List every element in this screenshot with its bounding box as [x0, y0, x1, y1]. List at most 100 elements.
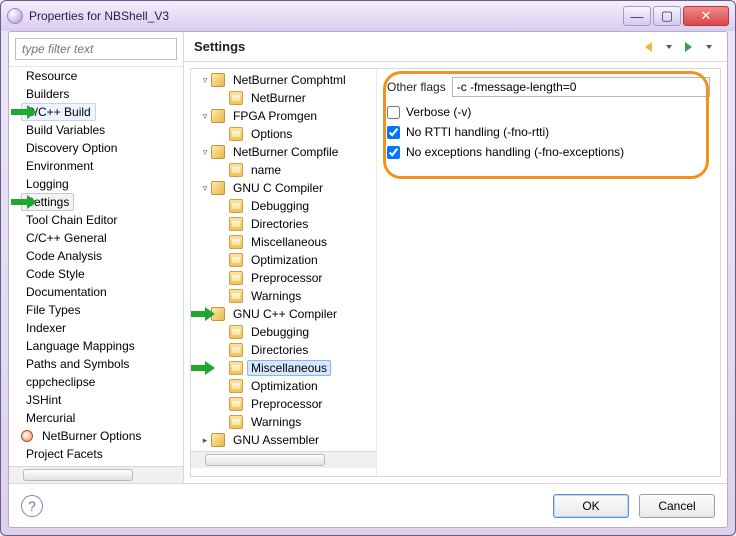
no-rtti-label[interactable]: No RTTI handling (-fno-rtti): [406, 125, 549, 139]
cancel-button[interactable]: Cancel: [639, 494, 715, 518]
options-panel: Other flags Verbose (-v) No RTTI handlin…: [377, 69, 720, 476]
tool-tree-item[interactable]: Warnings: [191, 413, 376, 431]
folder-icon: [229, 271, 243, 285]
netburner-icon: [21, 430, 33, 442]
category-label: Indexer: [21, 319, 71, 337]
folder-icon: [229, 163, 243, 177]
tool-icon: [211, 109, 225, 123]
category-label: Mercurial: [21, 409, 80, 427]
category-item[interactable]: C/C++ General: [13, 229, 183, 247]
category-item[interactable]: Code Analysis: [13, 247, 183, 265]
nav-back-button[interactable]: [639, 39, 657, 55]
left-h-scrollbar[interactable]: [9, 466, 183, 483]
expander-icon[interactable]: ▿: [199, 309, 211, 320]
category-label: Resource: [21, 67, 82, 85]
mid-h-scrollbar[interactable]: [191, 451, 376, 468]
category-item[interactable]: Code Style: [13, 265, 183, 283]
tool-tree-item[interactable]: Optimization: [191, 251, 376, 269]
category-item[interactable]: Documentation: [13, 283, 183, 301]
tool-tree-item[interactable]: name: [191, 161, 376, 179]
category-item[interactable]: Mercurial: [13, 409, 183, 427]
tool-tree-item[interactable]: Preprocessor: [191, 269, 376, 287]
tool-tree-item[interactable]: Debugging: [191, 323, 376, 341]
ok-button[interactable]: OK: [553, 494, 629, 518]
category-label: C/C++ General: [21, 229, 112, 247]
tool-tree-item[interactable]: Preprocessor: [191, 395, 376, 413]
expander-icon[interactable]: ▸: [199, 435, 211, 446]
chevron-down-icon: [666, 45, 672, 49]
tool-tree-label: GNU C Compiler: [229, 181, 327, 195]
category-item[interactable]: cppcheclipse: [13, 373, 183, 391]
category-item[interactable]: Builders: [13, 85, 183, 103]
category-item[interactable]: Language Mappings: [13, 337, 183, 355]
filter-input[interactable]: [15, 38, 177, 60]
tool-tree-item[interactable]: Miscellaneous: [191, 233, 376, 251]
tool-tree-item[interactable]: ▿ FPGA Promgen: [191, 107, 376, 125]
other-flags-input[interactable]: [452, 77, 710, 97]
category-item[interactable]: Discovery Option: [13, 139, 183, 157]
settings-body: ▿NetBurner ComphtmlNetBurner ▿ FPGA Promge…: [190, 68, 721, 477]
tool-tree-label: GNU C++ Compiler: [229, 307, 341, 321]
tool-tree-item[interactable]: Debugging: [191, 197, 376, 215]
category-item[interactable]: Build Variables: [13, 121, 183, 139]
folder-icon: [229, 91, 243, 105]
tool-tree-label: FPGA Promgen: [229, 109, 321, 123]
category-item[interactable]: Paths and Symbols: [13, 355, 183, 373]
category-item[interactable]: Tool Chain Editor: [13, 211, 183, 229]
expander-icon[interactable]: ▿: [199, 75, 211, 86]
window-title: Properties for NBShell_V3: [29, 9, 623, 23]
verbose-checkbox[interactable]: [387, 106, 400, 119]
no-rtti-checkbox[interactable]: [387, 126, 400, 139]
category-label: Builders: [21, 85, 74, 103]
category-item[interactable]: Settings: [13, 193, 183, 211]
tool-tree-label: Options: [247, 127, 296, 141]
verbose-label[interactable]: Verbose (-v): [406, 105, 471, 119]
category-item[interactable]: Indexer: [13, 319, 183, 337]
category-item[interactable]: C/C++ Build: [13, 103, 183, 121]
tool-tree-item[interactable]: Miscellaneous: [191, 359, 376, 377]
category-label: C/C++ Build: [21, 103, 96, 121]
close-button[interactable]: ✕: [683, 6, 729, 26]
tool-tree[interactable]: ▿NetBurner ComphtmlNetBurner ▿ FPGA Promge…: [191, 69, 376, 451]
tool-tree-item[interactable]: Directories: [191, 215, 376, 233]
tool-tree-item[interactable]: ▿NetBurner Compfile: [191, 143, 376, 161]
category-tree[interactable]: ResourceBuildersC/C++ BuildBuild Variabl…: [9, 66, 183, 466]
tool-tree-item[interactable]: ▿ GNU C Compiler: [191, 179, 376, 197]
maximize-button[interactable]: ▢: [653, 6, 681, 26]
category-item[interactable]: Project Facets: [13, 445, 183, 463]
category-item[interactable]: Environment: [13, 157, 183, 175]
app-icon: [7, 8, 23, 24]
tool-tree-item[interactable]: Optimization: [191, 377, 376, 395]
minimize-button[interactable]: —: [623, 6, 651, 26]
category-item[interactable]: Resource: [13, 67, 183, 85]
expander-icon[interactable]: ▿: [199, 183, 211, 194]
nav-back-menu[interactable]: [659, 39, 677, 55]
tool-tree-item[interactable]: ▸GNU Assembler: [191, 431, 376, 449]
expander-icon[interactable]: ▿: [199, 147, 211, 158]
folder-icon: [229, 127, 243, 141]
category-label: JSHint: [21, 391, 66, 409]
category-label: Language Mappings: [21, 337, 140, 355]
help-button[interactable]: ?: [21, 495, 43, 517]
category-item[interactable]: File Types: [13, 301, 183, 319]
category-item[interactable]: NetBurner Options: [13, 427, 183, 445]
expander-icon[interactable]: ▿: [199, 111, 211, 122]
tool-tree-label: Miscellaneous: [247, 235, 331, 249]
tool-tree-item[interactable]: Directories: [191, 341, 376, 359]
no-exceptions-label[interactable]: No exceptions handling (-fno-exceptions): [406, 145, 624, 159]
folder-icon: [229, 199, 243, 213]
tool-tree-item[interactable]: Warnings: [191, 287, 376, 305]
tool-tree-item[interactable]: NetBurner: [191, 89, 376, 107]
no-exceptions-checkbox[interactable]: [387, 146, 400, 159]
nav-fwd-button[interactable]: [679, 39, 697, 55]
category-label: cppcheclipse: [21, 373, 100, 391]
tool-tree-label: Optimization: [247, 253, 322, 267]
nav-fwd-menu[interactable]: [699, 39, 717, 55]
tool-tree-item[interactable]: ▿ GNU C++ Compiler: [191, 305, 376, 323]
folder-icon: [229, 379, 243, 393]
tool-tree-item[interactable]: ▿NetBurner Comphtml: [191, 71, 376, 89]
category-item[interactable]: Logging: [13, 175, 183, 193]
category-item[interactable]: JSHint: [13, 391, 183, 409]
tool-tree-item[interactable]: Options: [191, 125, 376, 143]
titlebar: Properties for NBShell_V3 — ▢ ✕: [1, 1, 735, 31]
